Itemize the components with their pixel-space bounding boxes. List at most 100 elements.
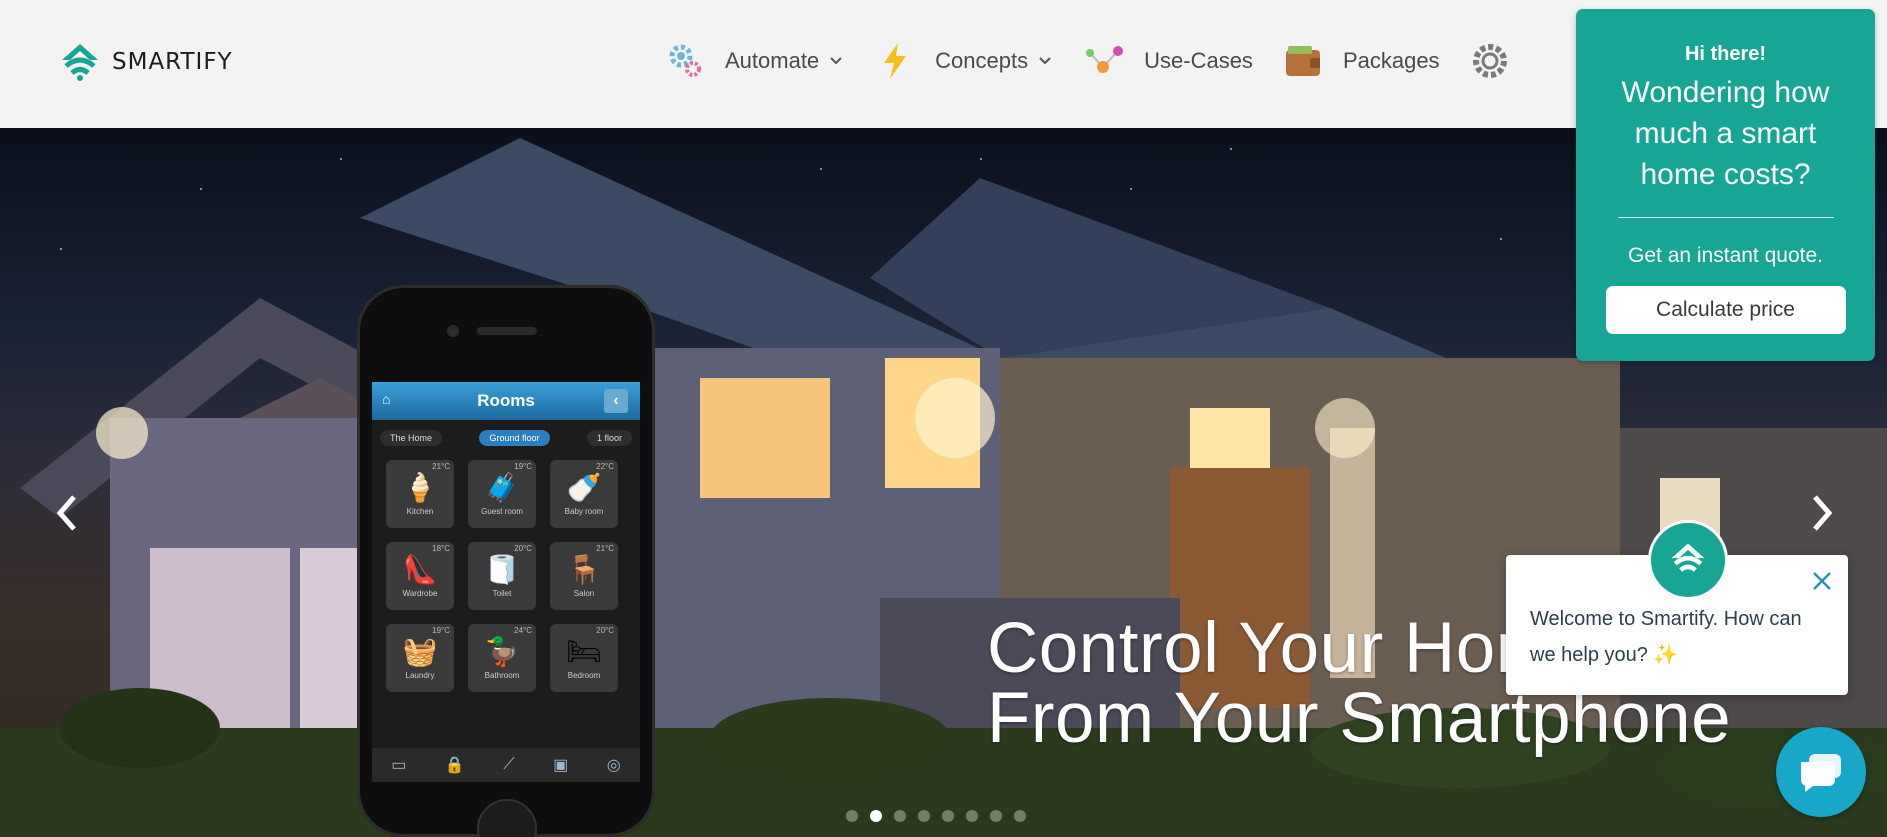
room-temp: 24°C <box>514 626 532 635</box>
room-icon: 🍦 <box>402 471 438 503</box>
network-icon <box>1084 41 1124 81</box>
gear-icon <box>1470 41 1510 81</box>
room-icon: 🧻 <box>484 553 520 585</box>
nav-item-settings[interactable] <box>1470 41 1530 81</box>
nav-label-use-cases: Use-Cases <box>1144 48 1253 73</box>
room-icon: 👠 <box>402 553 438 585</box>
wallet-icon <box>1283 41 1323 81</box>
room-name: Guest room <box>481 506 523 516</box>
phone-speaker <box>477 327 537 335</box>
quote-title: Wondering how much a smart home costs? <box>1621 76 1830 191</box>
room-temp: 18°C <box>432 544 450 553</box>
room-icon: 🍼 <box>566 471 602 503</box>
chat-close-button[interactable] <box>1808 567 1836 595</box>
gears-icon <box>665 41 705 81</box>
app-title: Rooms <box>477 391 535 410</box>
room-tile: 21°C 🍦 Kitchen <box>386 460 454 528</box>
slider-next-button[interactable] <box>1803 488 1843 538</box>
nav-item-concepts[interactable]: Concepts <box>875 41 1054 81</box>
app-header: ⌂ Rooms ‹ <box>372 382 640 420</box>
app-toolbar: ▭ 🔒 ⟋ ▣ ◎ <box>372 748 640 782</box>
room-tile: 20°C 🛏 Bedroom <box>550 624 618 692</box>
chevron-down-icon <box>829 53 845 69</box>
room-name: Kitchen <box>406 506 434 516</box>
slider-dot[interactable] <box>918 810 930 822</box>
nav-item-use-cases[interactable]: Use-Cases <box>1084 41 1253 81</box>
chevron-left-icon <box>56 495 76 531</box>
chat-launcher-button[interactable] <box>1776 727 1866 817</box>
room-temp: 20°C <box>514 544 532 553</box>
slider-dot[interactable] <box>894 810 906 822</box>
room-temp: 19°C <box>432 626 450 635</box>
laptop-icon: ▭ <box>391 757 407 774</box>
nav-item-automate[interactable]: Automate <box>665 41 845 81</box>
nav-label-concepts: Concepts <box>935 48 1029 73</box>
close-icon <box>1813 572 1831 590</box>
app-logo-icon: ⌂ <box>382 391 391 407</box>
room-name: Bathroom <box>484 670 520 680</box>
camera-icon: ▣ <box>553 757 569 774</box>
room-name: Bedroom <box>567 670 601 680</box>
slider-dot[interactable] <box>990 810 1002 822</box>
room-temp: 22°C <box>596 462 614 471</box>
calculate-price-button[interactable]: Calculate price <box>1605 286 1846 334</box>
brand-logo[interactable]: SMARTIFY <box>56 42 233 82</box>
chat-avatar <box>1648 520 1728 600</box>
room-icon: 🪑 <box>566 553 602 585</box>
slider-prev-button[interactable] <box>46 488 86 538</box>
room-tile: 24°C 🦆 Bathroom <box>468 624 536 692</box>
app-tabs: The Home Ground floor 1 floor <box>372 420 640 452</box>
lifebuoy-icon: ◎ <box>606 757 621 774</box>
slider-dot[interactable] <box>870 810 882 822</box>
chevron-right-icon <box>1813 495 1833 531</box>
room-icon: 🧺 <box>402 635 438 667</box>
room-tile: 21°C 🪑 Salon <box>550 542 618 610</box>
lightning-icon <box>875 41 915 81</box>
nav-label-automate: Automate <box>725 48 820 73</box>
slider-dots <box>846 810 1026 822</box>
room-temp: 21°C <box>432 462 450 471</box>
main-nav: Automate Concepts Use-Cases Packages <box>665 40 1560 82</box>
quote-greeting: Hi there! <box>1684 43 1767 65</box>
chevron-down-icon <box>1038 53 1054 69</box>
room-tile: 18°C 👠 Wardrobe <box>386 542 454 610</box>
quote-divider <box>1617 217 1834 218</box>
stairs-icon: ⟋ <box>503 756 515 773</box>
logo-icon <box>1671 543 1705 572</box>
slider-dot[interactable] <box>1014 810 1026 822</box>
lock-icon: 🔒 <box>444 757 465 774</box>
room-icon: 🦆 <box>484 635 520 667</box>
back-icon: ‹ <box>604 389 628 413</box>
quote-panel: Hi there! Wondering how much a smart hom… <box>1576 9 1875 361</box>
nav-item-packages[interactable]: Packages <box>1283 41 1440 81</box>
room-name: Laundry <box>405 670 435 680</box>
chat-bubble-icon <box>1801 754 1841 792</box>
brand-name: SMARTIFY <box>112 49 233 75</box>
nav-label-packages: Packages <box>1342 48 1440 73</box>
room-tile: 19°C 🧳 Guest room <box>468 460 536 528</box>
room-name: Wardrobe <box>402 588 438 598</box>
room-tile: 19°C 🧺 Laundry <box>386 624 454 692</box>
hero-phone-image: ⌂ Rooms ‹ The Home Ground floor 1 floor … <box>357 285 655 837</box>
slider-dot[interactable] <box>846 810 858 822</box>
room-grid: 21°C 🍦 Kitchen 19°C 🧳 Guest room 22°C 🍼 Baby roo… <box>372 452 640 700</box>
app-tab: Ground floor <box>479 430 550 446</box>
room-icon: 🧳 <box>484 471 520 503</box>
room-tile: 20°C 🧻 Toilet <box>468 542 536 610</box>
app-tab: 1 floor <box>586 430 632 446</box>
room-name: Toilet <box>492 588 512 598</box>
room-name: Baby room <box>564 506 604 516</box>
slider-dot[interactable] <box>966 810 978 822</box>
phone-screen: ⌂ Rooms ‹ The Home Ground floor 1 floor … <box>372 382 640 782</box>
room-icon: 🛏 <box>566 635 602 667</box>
room-tile: 22°C 🍼 Baby room <box>550 460 618 528</box>
room-temp: 19°C <box>514 462 532 471</box>
room-name: Salon <box>573 588 595 598</box>
logo-icon <box>62 44 98 81</box>
room-temp: 21°C <box>596 544 614 553</box>
slider-dot[interactable] <box>942 810 954 822</box>
phone-camera <box>447 325 459 337</box>
room-temp: 20°C <box>596 626 614 635</box>
phone-home-button <box>477 799 537 837</box>
quote-subtitle: Get an instant quote. <box>1628 244 1823 267</box>
